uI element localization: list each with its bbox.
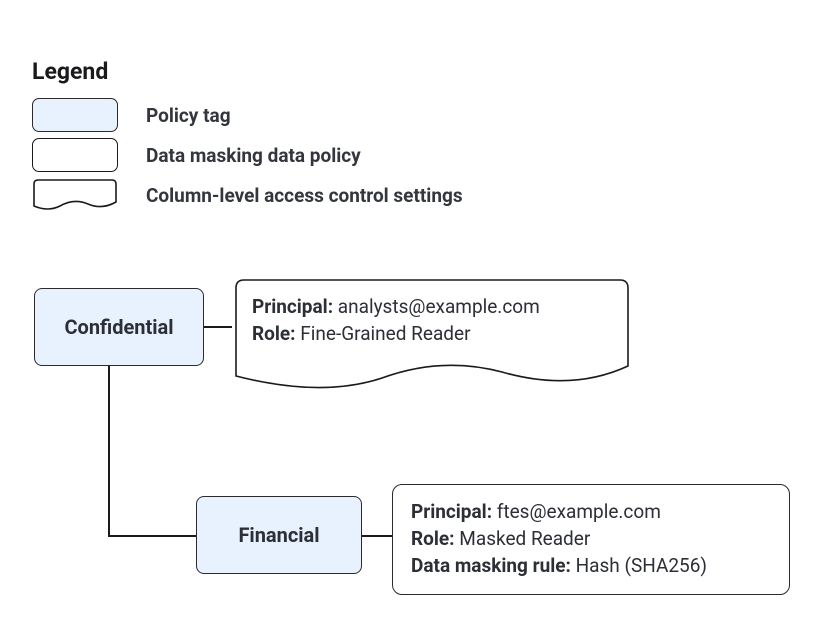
legend-label: Column-level access control settings (146, 184, 463, 207)
node-label: Financial (238, 523, 319, 547)
field-mask-rule: Data masking rule: Hash (SHA256) (411, 553, 771, 580)
node-label: Confidential (64, 315, 173, 339)
access-control-settings-confidential: Principal: analysts@example.com Role: Fi… (232, 276, 632, 396)
data-masking-policy-financial: Principal: ftes@example.com Role: Masked… (392, 484, 790, 595)
policy-tag-confidential: Confidential (34, 288, 204, 366)
field-role: Role: Fine-Grained Reader (252, 321, 540, 348)
legend-label: Policy tag (146, 104, 231, 127)
legend-row-data-masking-policy: Data masking data policy (32, 135, 463, 175)
access-control-swatch-icon (32, 178, 118, 212)
connector-line (204, 326, 232, 328)
legend-row-policy-tag: Policy tag (32, 95, 463, 135)
legend-title: Legend (32, 58, 463, 85)
policy-tag-financial: Financial (196, 496, 362, 574)
diagram-canvas: Legend Policy tag Data masking data poli… (0, 0, 820, 640)
field-role: Role: Masked Reader (411, 526, 771, 553)
connector-line (108, 366, 110, 536)
connector-line (362, 535, 392, 537)
policy-tag-swatch-icon (32, 98, 118, 132)
field-principal: Principal: ftes@example.com (411, 499, 771, 526)
field-principal: Principal: analysts@example.com (252, 294, 540, 321)
data-policy-swatch-icon (32, 138, 118, 172)
legend-label: Data masking data policy (146, 144, 361, 167)
legend-row-access-control: Column-level access control settings (32, 175, 463, 215)
legend: Legend Policy tag Data masking data poli… (32, 58, 463, 215)
connector-line (108, 535, 196, 537)
